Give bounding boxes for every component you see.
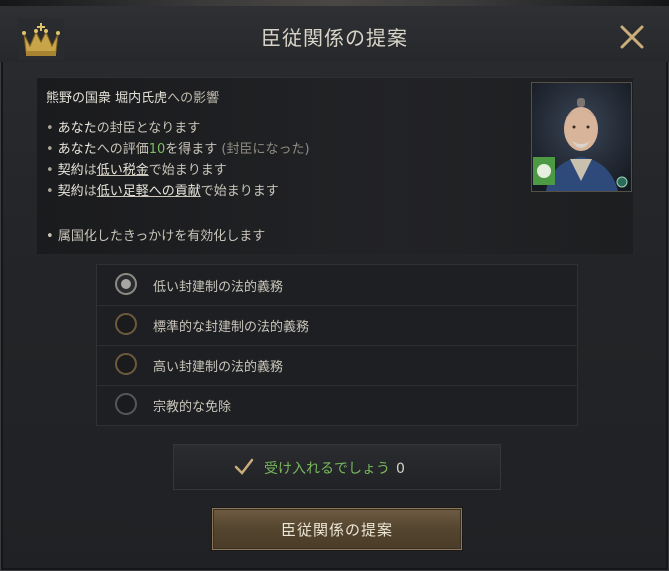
subject-suffix: への影響 [167, 91, 220, 106]
option-low-obligations[interactable]: 低い封建制の法的義務 [97, 265, 577, 306]
option-normal-obligations[interactable]: 標準的な封建制の法的義務 [97, 305, 577, 346]
dialog-title: 臣従関係の提案 [261, 26, 408, 50]
subject-name: 熊野の国衆 堀内氏虎 [46, 91, 168, 106]
dialog-header: 臣従関係の提案 [0, 6, 669, 62]
effects-subject: 熊野の国衆 堀内氏虎への影響 [46, 87, 219, 106]
propose-vassalization-button[interactable]: 臣従関係の提案 [212, 508, 462, 550]
option-label: 宗教的な免除 [153, 400, 232, 415]
effect-line: • あなたの封臣となります [46, 121, 201, 136]
propose-button-label: 臣従関係の提案 [280, 521, 393, 539]
radio-button[interactable] [115, 313, 137, 335]
effect-line: • 契約は低い足軽への貢献で始まります [46, 184, 279, 199]
portrait-image [532, 83, 631, 191]
radio-button[interactable] [115, 273, 137, 295]
checkmark-icon [234, 458, 254, 475]
acceptance-indicator: 受け入れるでしょう 0 [173, 444, 501, 490]
character-portrait[interactable] [531, 82, 632, 192]
radio-button[interactable] [115, 393, 137, 415]
obligation-options: 低い封建制の法的義務 標準的な封建制の法的義務 高い封建制の法的義務 宗教的な免… [96, 264, 578, 426]
effects-list: • あなたの封臣となります • あなたへの評価10を得ます (封臣になった) • 契約… [46, 118, 310, 202]
option-high-obligations[interactable]: 高い封建制の法的義務 [97, 345, 577, 386]
acceptance-label: 受け入れるでしょう 0 [264, 461, 405, 477]
vassalization-dialog: 臣従関係の提案 熊野の国衆 堀内氏虎への影響 • あなたの封臣となります • あなた… [0, 0, 669, 571]
effect-line: • あなたへの評価10を得ます (封臣になった) [46, 142, 310, 157]
option-label: 標準的な封建制の法的義務 [153, 320, 310, 335]
option-religious-exemption[interactable]: 宗教的な免除 [97, 385, 577, 425]
acceptance-value: 0 [396, 461, 405, 477]
option-label: 高い封建制の法的義務 [153, 360, 284, 375]
option-label: 低い封建制の法的義務 [153, 280, 284, 295]
close-icon[interactable] [617, 22, 647, 52]
effect-extra: • 属国化したきっかけを有効化します [46, 229, 266, 244]
effect-line: • 契約は低い税金で始まります [46, 163, 227, 178]
radio-button[interactable] [115, 353, 137, 375]
